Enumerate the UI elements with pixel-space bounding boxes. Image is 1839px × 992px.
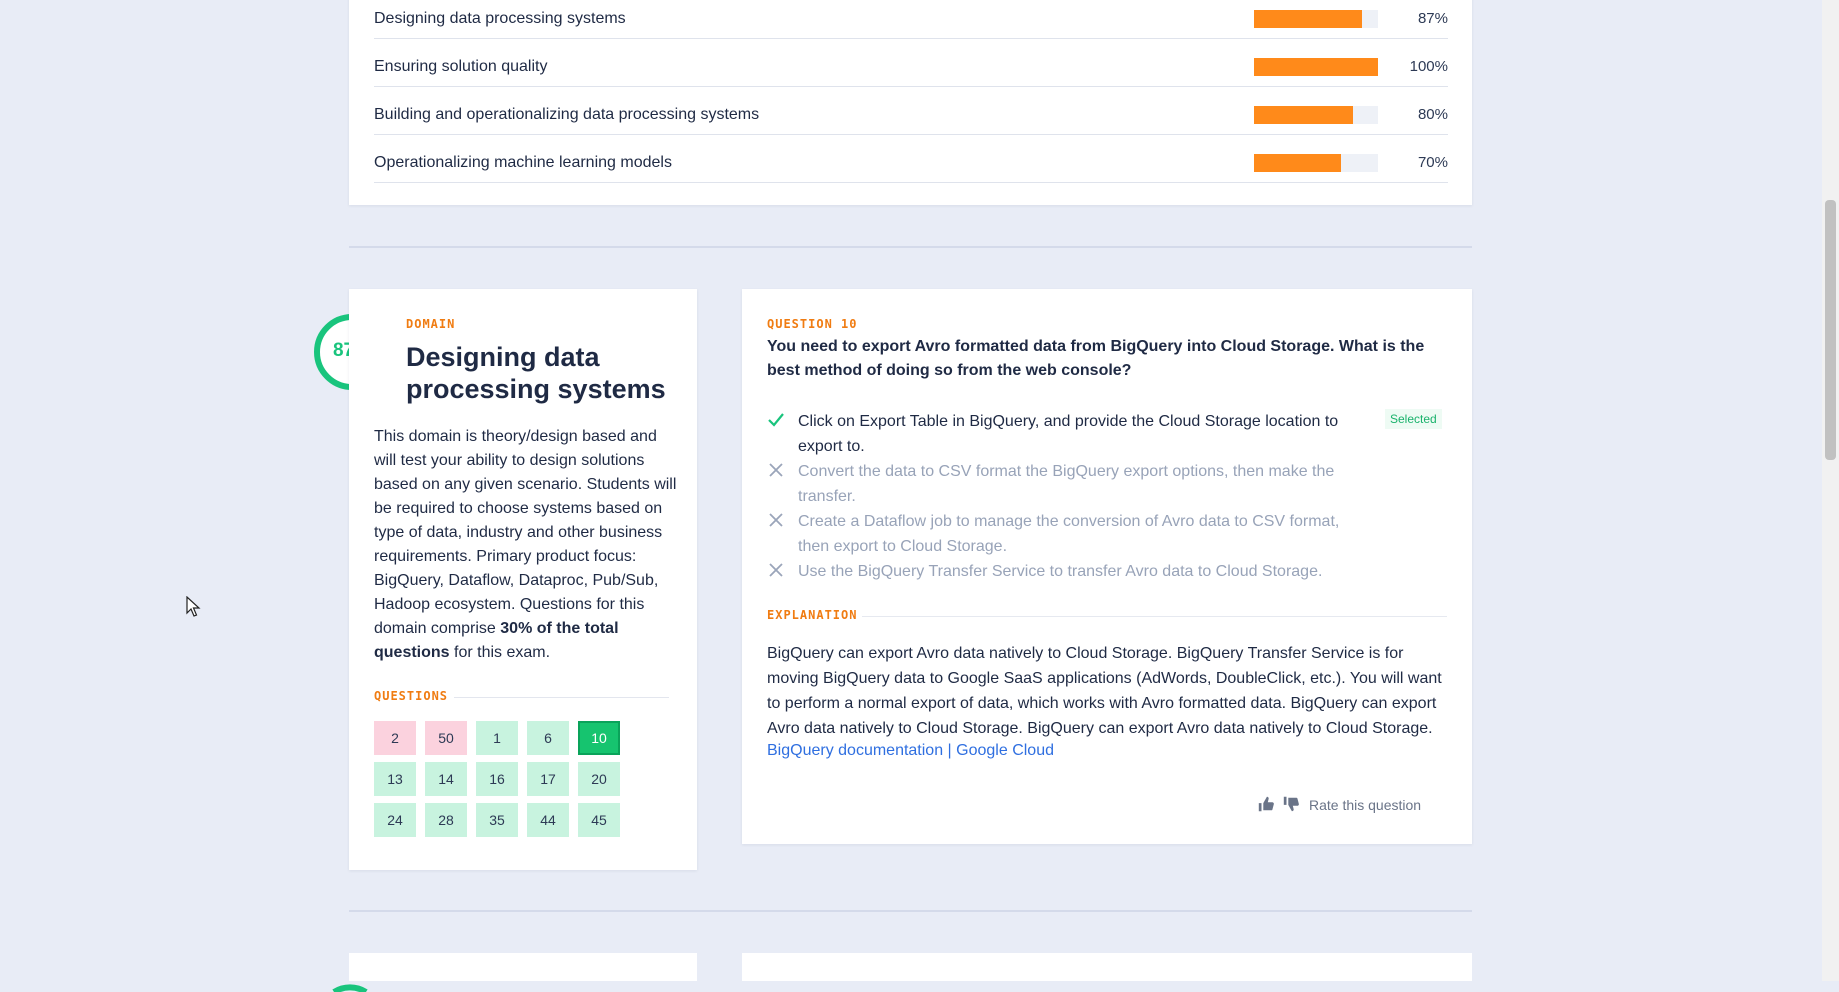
question-number-button[interactable]: 13	[374, 762, 416, 796]
summary-row: Building and operationalizing data proce…	[374, 86, 1448, 135]
summary-row: Operationalizing machine learning models…	[374, 134, 1448, 183]
summary-row-percent: 70%	[1417, 154, 1448, 171]
summary-row-label: Ensuring solution quality	[374, 58, 548, 75]
question-number-button[interactable]: 20	[578, 762, 620, 796]
next-question-card	[742, 953, 1472, 981]
summary-progress-fill	[1254, 58, 1378, 76]
question-number-button[interactable]: 28	[425, 803, 467, 837]
question-number-button[interactable]: 1	[476, 721, 518, 755]
next-domain-score-ring	[332, 984, 368, 992]
summary-progress-fill	[1254, 154, 1341, 172]
scrollbar-thumb[interactable]	[1825, 200, 1836, 460]
page-scrollbar[interactable]	[1822, 0, 1839, 981]
x-icon	[769, 513, 783, 527]
question-number-button[interactable]: 45	[578, 803, 620, 837]
question-number-button[interactable]: 14	[425, 762, 467, 796]
summary-row: Designing data processing systems 87%	[374, 0, 1448, 39]
documentation-link[interactable]: BigQuery documentation | Google Cloud	[767, 742, 1054, 760]
questions-divider	[454, 697, 669, 698]
answer-text: Use the BigQuery Transfer Service to tra…	[798, 563, 1323, 580]
question-number-button[interactable]: 2	[374, 721, 416, 755]
thumbs-down-icon[interactable]	[1282, 795, 1300, 813]
question-number-button[interactable]: 6	[527, 721, 569, 755]
domain-title: Designing data processing systems	[406, 342, 666, 404]
section-divider-bottom	[349, 910, 1472, 912]
explanation-divider	[862, 616, 1447, 617]
question-number-button[interactable]: 10	[578, 721, 620, 755]
x-icon	[769, 563, 783, 577]
explanation-eyebrow: EXPLANATION	[767, 608, 858, 622]
question-number-button[interactable]: 35	[476, 803, 518, 837]
domain-description-tail: for this exam.	[449, 644, 551, 661]
answer-text: Click on Export Table in BigQuery, and p…	[798, 413, 1339, 455]
question-text: You need to export Avro formatted data f…	[767, 338, 1425, 379]
domain-description: This domain is theory/design based and w…	[374, 425, 679, 665]
selected-badge: Selected	[1385, 409, 1442, 429]
summary-progress-fill	[1254, 106, 1354, 124]
summary-row-label: Building and operationalizing data proce…	[374, 106, 760, 123]
summary-row-label: Designing data processing systems	[374, 10, 626, 27]
domain-summary-card: Designing data processing systems 87% Ensu…	[349, 0, 1472, 205]
summary-row-percent: 80%	[1417, 106, 1448, 123]
section-divider	[349, 246, 1472, 248]
mouse-cursor-icon	[186, 596, 201, 617]
summary-progress-fill	[1254, 10, 1362, 28]
domain-eyebrow: DOMAIN	[406, 317, 456, 331]
thumbs-up-icon[interactable]	[1257, 795, 1275, 813]
explanation-text: BigQuery can export Avro data natively t…	[767, 645, 1442, 737]
question-eyebrow: QUESTION 10	[767, 317, 858, 331]
question-number-button[interactable]: 16	[476, 762, 518, 796]
summary-progress-bar	[1254, 154, 1378, 172]
summary-progress-bar	[1254, 106, 1378, 124]
domain-description-text: This domain is theory/design based and w…	[374, 428, 677, 637]
summary-progress-bar	[1254, 10, 1378, 28]
question-number-button[interactable]: 17	[527, 762, 569, 796]
question-number-button[interactable]: 44	[527, 803, 569, 837]
x-icon	[769, 463, 783, 477]
summary-progress-bar	[1254, 58, 1378, 76]
question-number-button[interactable]: 24	[374, 803, 416, 837]
questions-eyebrow: QUESTIONS	[374, 689, 449, 703]
next-domain-card	[349, 953, 697, 981]
summary-row: Ensuring solution quality 100%	[374, 38, 1448, 87]
summary-row-percent: 87%	[1417, 10, 1448, 27]
answer-text: Convert the data to CSV format the BigQu…	[798, 463, 1335, 505]
summary-row-label: Operationalizing machine learning models	[374, 154, 672, 171]
question-card: QUESTION 10 You need to export Avro form…	[742, 289, 1472, 844]
rate-question-label[interactable]: Rate this question	[1309, 797, 1421, 813]
answer-text: Create a Dataflow job to manage the conv…	[798, 513, 1340, 555]
domain-card: DOMAIN Designing data processing systems…	[349, 289, 697, 870]
summary-row-percent: 100%	[1409, 58, 1448, 75]
check-icon	[768, 413, 784, 427]
question-number-button[interactable]: 50	[425, 721, 467, 755]
